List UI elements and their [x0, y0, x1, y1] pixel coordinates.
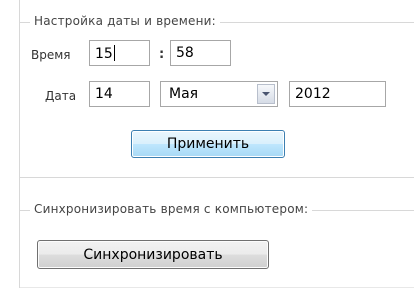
year-input[interactable]: 2012 [289, 81, 386, 107]
apply-button[interactable]: Применить [131, 130, 285, 158]
sync-legend: Синхронизировать время с компьютером: [30, 202, 313, 216]
chevron-down-icon[interactable] [257, 84, 275, 104]
minutes-value: 58 [176, 45, 194, 61]
year-value: 2012 [295, 86, 331, 102]
datetime-legend: Настройка даты и времени: [30, 14, 220, 28]
day-input[interactable]: 14 [89, 81, 150, 107]
text-caret [113, 45, 115, 61]
hours-input[interactable]: 15 [89, 40, 150, 66]
time-label: Время [31, 48, 71, 62]
minutes-input[interactable]: 58 [170, 40, 231, 66]
hours-value: 15 [95, 46, 113, 62]
day-value: 14 [95, 86, 113, 102]
date-label: Дата [45, 89, 77, 103]
sync-button[interactable]: Синхронизировать [37, 240, 269, 269]
time-separator: : [159, 47, 165, 62]
month-select[interactable]: Мая [160, 81, 278, 107]
month-selected-value: Мая [169, 86, 199, 102]
section-separator [20, 177, 414, 178]
